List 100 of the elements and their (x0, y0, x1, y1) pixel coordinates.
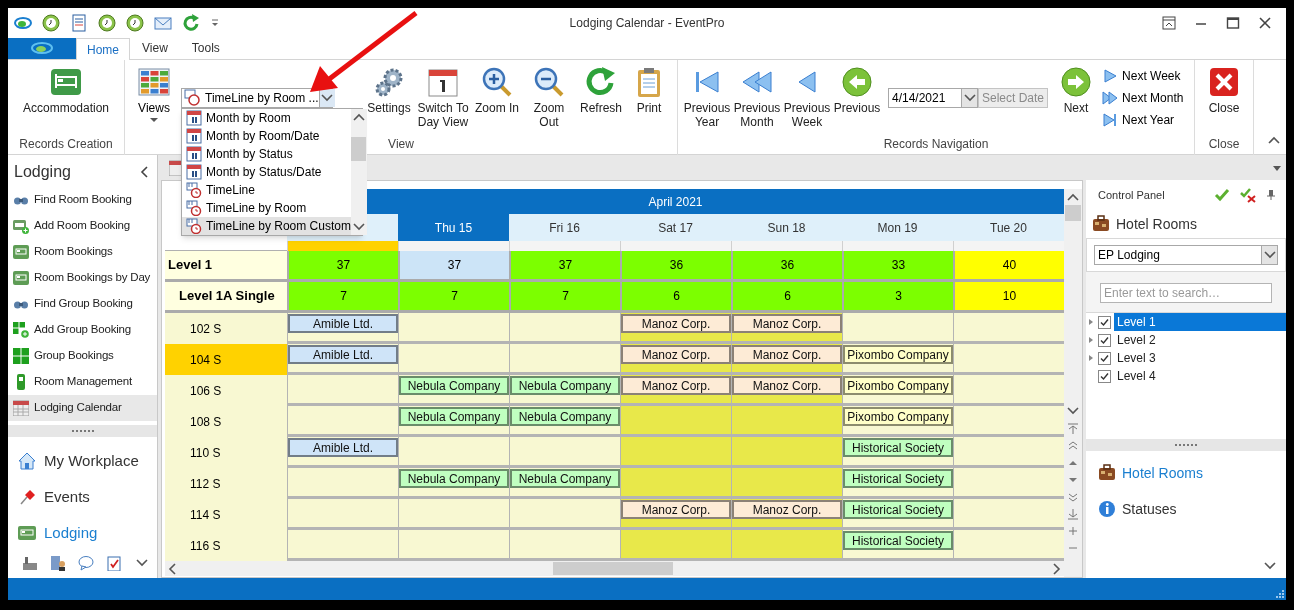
ribbon-tab[interactable]: View (130, 37, 180, 59)
pin-icon[interactable] (1266, 189, 1276, 201)
next-year-button[interactable]: Next Year (1102, 110, 1191, 129)
building-person-icon[interactable] (50, 555, 66, 571)
check-icon[interactable] (1214, 187, 1230, 203)
day-header[interactable]: Mon 19 (842, 214, 953, 241)
calendar-cell[interactable] (953, 375, 1064, 406)
calendar-cell[interactable]: Nebula Company (398, 468, 509, 499)
calendar-cell[interactable] (842, 313, 953, 344)
calendar-cell[interactable] (287, 499, 398, 530)
calendar-cell[interactable] (620, 406, 731, 437)
sidebar-item[interactable]: Room Bookings by Day (8, 265, 157, 291)
lodging-select[interactable]: EP Lodging (1094, 245, 1278, 265)
room-label[interactable]: 112 S (165, 468, 287, 499)
booking[interactable]: Historical Society (843, 438, 953, 457)
clock-icon[interactable] (98, 14, 116, 32)
calendar-cell[interactable] (398, 499, 509, 530)
expand-arrow-icon[interactable] (1088, 318, 1094, 326)
scroll-thumb[interactable] (351, 137, 367, 161)
dropdown-option[interactable]: TimeLine by Room (182, 199, 351, 217)
calendar-cell[interactable] (731, 530, 842, 561)
calendar-cell[interactable]: Pixombo Company (842, 375, 953, 406)
tree-item[interactable]: Level 3 (1114, 349, 1286, 367)
calendar-cell[interactable] (953, 530, 1064, 561)
dropdown-option[interactable]: TimeLine (182, 181, 351, 199)
calendar-cell[interactable]: Manoz Corp. (731, 313, 842, 344)
room-label[interactable]: 114 S (165, 499, 287, 530)
tree-item[interactable]: Level 4 (1114, 367, 1286, 385)
calendar-cell[interactable]: Amible Ltd. (287, 437, 398, 468)
booking[interactable]: Amible Ltd. (288, 314, 398, 333)
calendar-cell[interactable] (953, 499, 1064, 530)
booking[interactable]: Amible Ltd. (288, 345, 398, 364)
booking[interactable]: Pixombo Company (843, 407, 953, 426)
calendar-cell[interactable]: Amible Ltd. (287, 344, 398, 375)
booking[interactable]: Manoz Corp. (621, 500, 731, 519)
calendar-cell[interactable]: Pixombo Company (842, 406, 953, 437)
calendar-cell[interactable] (620, 437, 731, 468)
refresh-icon[interactable] (182, 14, 200, 32)
calendar-cell[interactable] (509, 313, 620, 344)
calendar-cell[interactable] (620, 468, 731, 499)
calendar-cell[interactable] (287, 375, 398, 406)
zoom-in-button[interactable]: Zoom In (473, 62, 521, 136)
booking[interactable]: Historical Society (843, 469, 953, 488)
sidebar-item[interactable]: Lodging Calendar (8, 395, 157, 421)
zoom-out-button[interactable]: Zoom Out (521, 62, 577, 136)
nav-item[interactable]: Lodging (8, 515, 157, 551)
calendar-cell[interactable]: Nebula Company (398, 375, 509, 406)
calendar-cell[interactable]: Nebula Company (509, 406, 620, 437)
calendar-cell[interactable] (287, 468, 398, 499)
dropdown-option[interactable]: Month by Room (182, 109, 351, 127)
booking[interactable]: Manoz Corp. (732, 345, 842, 364)
previous-month-button[interactable]: Previous Month (732, 62, 782, 136)
checklist-icon[interactable] (106, 555, 122, 571)
scroll-thumb[interactable] (553, 562, 673, 575)
calendar-cell[interactable]: Manoz Corp. (620, 313, 731, 344)
calendar-cell[interactable]: Pixombo Company (842, 344, 953, 375)
calendar-cell[interactable]: Nebula Company (509, 375, 620, 406)
booking[interactable]: Historical Society (843, 500, 953, 519)
sidebar-item[interactable]: Find Room Booking (8, 187, 157, 213)
booking[interactable]: Nebula Company (399, 376, 509, 395)
document-icon[interactable] (70, 14, 88, 32)
booking[interactable]: Nebula Company (510, 469, 620, 488)
sidebar-item[interactable]: Group Bookings (8, 343, 157, 369)
uncheck-icon[interactable] (1240, 187, 1256, 203)
calendar-cell[interactable]: Manoz Corp. (731, 375, 842, 406)
calendar-cell[interactable] (953, 344, 1064, 375)
tree-item[interactable]: Level 1 (1114, 313, 1286, 331)
panel-nav-item[interactable]: Hotel Rooms (1086, 455, 1286, 491)
booking[interactable]: Pixombo Company (843, 376, 953, 395)
booking[interactable]: Nebula Company (510, 407, 620, 426)
day-header[interactable]: Fri 16 (509, 214, 620, 241)
calendar-cell[interactable]: Historical Society (842, 530, 953, 561)
calendar-cell[interactable] (509, 499, 620, 530)
maximize-icon[interactable] (1226, 16, 1240, 30)
booking[interactable]: Manoz Corp. (732, 376, 842, 395)
calendar-cell[interactable] (509, 344, 620, 375)
refresh-button[interactable]: Refresh (577, 62, 625, 136)
calendar-cell[interactable] (620, 530, 731, 561)
room-label[interactable]: 108 S (165, 406, 287, 437)
calendar-cell[interactable]: Nebula Company (509, 468, 620, 499)
previous-year-button[interactable]: Previous Year (682, 62, 732, 136)
dropdown-option[interactable]: Month by Status (182, 145, 351, 163)
close-button[interactable]: Close (1201, 62, 1248, 136)
date-field[interactable]: 4/14/2021 (888, 88, 978, 108)
calendar-cell[interactable]: Manoz Corp. (620, 375, 731, 406)
sidebar-item[interactable]: Add Room Booking (8, 213, 157, 239)
checkbox[interactable] (1097, 351, 1111, 365)
close-icon[interactable] (1258, 16, 1272, 30)
calendar-cell[interactable] (731, 406, 842, 437)
dropdown-option[interactable]: TimeLine by Room Custom (182, 217, 351, 235)
settings-button[interactable]: Settings (365, 62, 413, 136)
mail-icon[interactable] (154, 14, 172, 32)
room-label[interactable]: 116 S (165, 530, 287, 561)
calendar-cell[interactable] (398, 530, 509, 561)
speech-bubble-icon[interactable] (78, 555, 94, 571)
calendar-cell[interactable]: Nebula Company (398, 406, 509, 437)
checkbox[interactable] (1097, 333, 1111, 347)
clock-icon[interactable] (126, 14, 144, 32)
print-button[interactable]: Print (625, 62, 673, 136)
booking[interactable]: Historical Society (843, 531, 953, 550)
